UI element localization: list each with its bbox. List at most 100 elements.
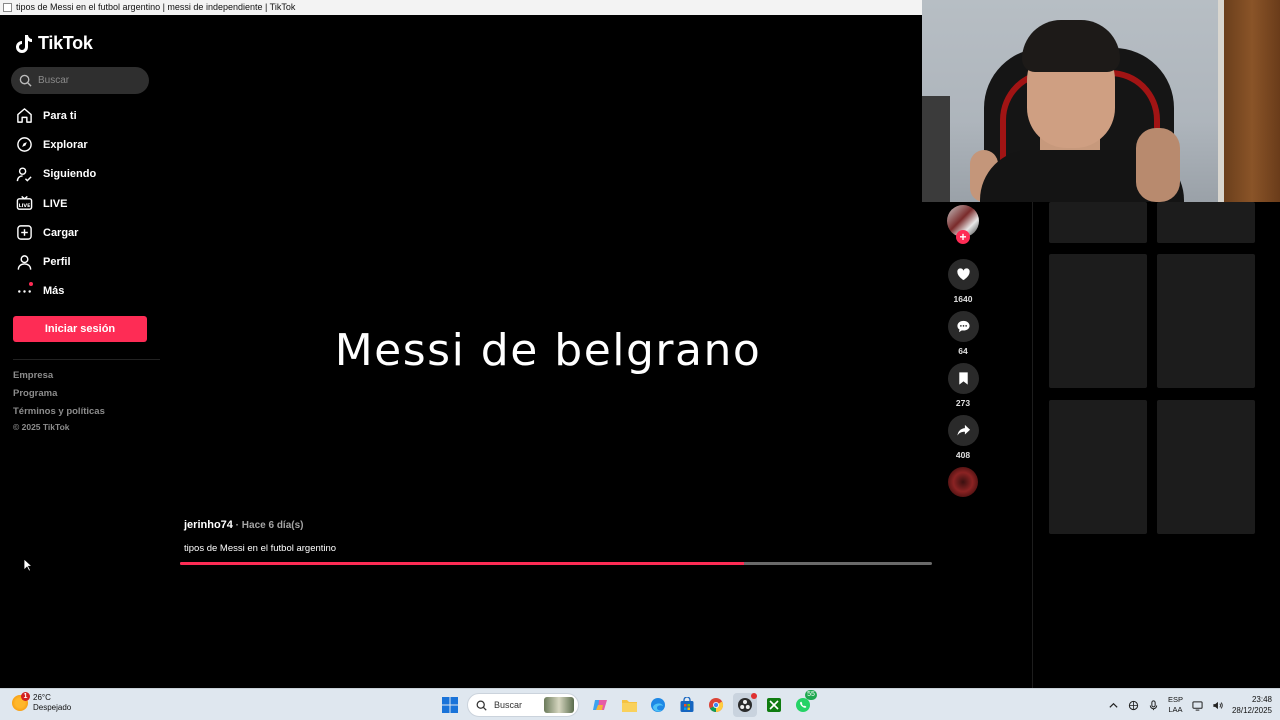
windows-icon <box>442 697 458 713</box>
folder-icon <box>621 699 637 712</box>
mouse-cursor-icon <box>23 558 33 572</box>
window-title: tipos de Messi en el futbol argentino | … <box>16 2 296 12</box>
sidebar: TikTok Para ti Explorar Siguiendo LIVE L… <box>0 15 160 688</box>
copilot-app[interactable] <box>588 693 612 717</box>
video-description: tipos de Messi en el futbol argentino <box>184 543 337 554</box>
save-button[interactable] <box>947 363 979 394</box>
action-column: + 1640 64 273 408 <box>944 205 982 497</box>
login-button[interactable]: Iniciar sesión <box>13 316 147 342</box>
taskbar-search-label: Buscar <box>494 700 523 710</box>
nav-item-mas[interactable]: Más <box>0 277 160 306</box>
home-icon <box>17 108 32 123</box>
weather-badge: 1 <box>21 692 30 701</box>
obs-app[interactable] <box>733 693 757 717</box>
footer-link-programa[interactable]: Programa <box>13 388 105 406</box>
file-explorer-app[interactable] <box>617 693 641 717</box>
share-button[interactable] <box>947 415 979 446</box>
nav-item-live[interactable]: LIVE LIVE <box>0 189 160 218</box>
compass-icon <box>17 137 32 153</box>
taskbar: 1 26°C Despejado Buscar 55 ESP LAA 23:48… <box>0 688 1280 720</box>
keyboard-layout: LAA <box>1168 705 1183 714</box>
nav-item-cargar[interactable]: Cargar <box>0 218 160 247</box>
recording-dot <box>751 693 757 699</box>
obs-icon <box>738 698 752 712</box>
chrome-app[interactable] <box>704 693 728 717</box>
share-count: 408 <box>955 450 971 460</box>
notification-dot <box>29 281 33 286</box>
sun-icon: 1 <box>12 692 30 711</box>
nav-label: Explorar <box>43 138 88 151</box>
nav-label: Cargar <box>43 226 79 239</box>
related-thumbnail[interactable] <box>1049 202 1147 243</box>
window-titlebar: tipos de Messi en el futbol argentino | … <box>0 0 922 15</box>
microphone-icon[interactable] <box>1148 699 1159 711</box>
nav-label: LIVE <box>43 197 68 210</box>
language-code: ESP <box>1167 695 1183 704</box>
network-icon[interactable] <box>1128 700 1139 711</box>
creator-avatar[interactable]: + <box>947 205 979 244</box>
related-thumbnail[interactable] <box>1049 254 1147 388</box>
chevron-up-icon[interactable] <box>1108 700 1119 711</box>
follow-plus-icon[interactable]: + <box>956 230 970 244</box>
search-icon <box>19 74 32 87</box>
clock-date: 28/12/2025 <box>1231 706 1272 715</box>
webcam-door <box>1224 0 1280 202</box>
video-overlay-text: Messi de belgrano <box>334 325 762 376</box>
store-app[interactable] <box>675 693 699 717</box>
video-meta: jerinho74 · Hace 6 día(s) <box>184 519 304 531</box>
related-thumbnail[interactable] <box>1157 202 1255 243</box>
related-thumbnail[interactable] <box>1049 400 1147 534</box>
webcam-overlay <box>922 0 1280 202</box>
display-icon[interactable] <box>1192 700 1203 711</box>
sidebar-nav: Para ti Explorar Siguiendo LIVE LIVE Car… <box>0 101 160 306</box>
nav-label: Perfil <box>43 256 71 269</box>
following-icon <box>16 167 32 182</box>
heart-icon <box>956 268 970 281</box>
comment-icon <box>956 320 970 333</box>
nav-item-siguiendo[interactable]: Siguiendo <box>0 160 160 189</box>
like-button[interactable] <box>947 259 979 290</box>
weather-condition: Despejado <box>33 703 72 712</box>
bookmark-icon <box>958 372 968 385</box>
video-progress-fill <box>180 562 744 565</box>
live-icon: LIVE <box>16 195 33 210</box>
webcam-arm-right <box>1136 128 1180 202</box>
edge-icon <box>651 698 665 712</box>
search-input[interactable] <box>38 75 138 86</box>
like-count: 1640 <box>953 294 973 304</box>
comment-button[interactable] <box>947 311 979 342</box>
nav-item-explorar[interactable]: Explorar <box>0 130 160 159</box>
video-progress-bar[interactable] <box>180 562 932 565</box>
related-thumbnail[interactable] <box>1157 400 1255 534</box>
volume-icon[interactable] <box>1212 700 1223 711</box>
related-thumbnail[interactable] <box>1157 254 1255 388</box>
footer-link-empresa[interactable]: Empresa <box>13 370 105 388</box>
nav-item-perfil[interactable]: Perfil <box>0 247 160 276</box>
logo-text: TikTok <box>38 33 93 53</box>
clock-time: 23:48 <box>1251 695 1272 704</box>
nav-item-para-ti[interactable]: Para ti <box>0 101 160 130</box>
nav-label: Más <box>43 285 65 298</box>
upload-icon <box>17 225 32 241</box>
chrome-icon <box>709 698 724 713</box>
webcam-shelf <box>922 96 950 202</box>
weather-widget[interactable]: 1 26°C Despejado <box>12 692 72 713</box>
language-indicator[interactable]: ESP LAA <box>1168 695 1183 715</box>
copilot-icon <box>593 700 607 710</box>
edge-app[interactable] <box>646 693 670 717</box>
tiktok-note-icon <box>16 34 32 53</box>
whatsapp-badge: 55 <box>805 690 817 700</box>
clock[interactable]: 23:48 28/12/2025 <box>1232 694 1272 716</box>
xbox-app[interactable] <box>762 693 786 717</box>
music-disc[interactable] <box>948 467 978 497</box>
windows-start-button[interactable] <box>438 693 462 717</box>
svg-text:LIVE: LIVE <box>19 203 31 209</box>
search-bar[interactable] <box>11 67 149 94</box>
taskbar-search[interactable]: Buscar <box>467 693 579 717</box>
save-count: 273 <box>955 398 971 408</box>
search-highlight-image <box>544 697 574 713</box>
video-author[interactable]: jerinho74 <box>184 519 233 531</box>
video-player[interactable]: Messi de belgrano jerinho74 · Hace 6 día… <box>160 15 936 688</box>
tiktok-logo[interactable]: TikTok <box>16 33 93 54</box>
whatsapp-app[interactable]: 55 <box>791 690 817 717</box>
